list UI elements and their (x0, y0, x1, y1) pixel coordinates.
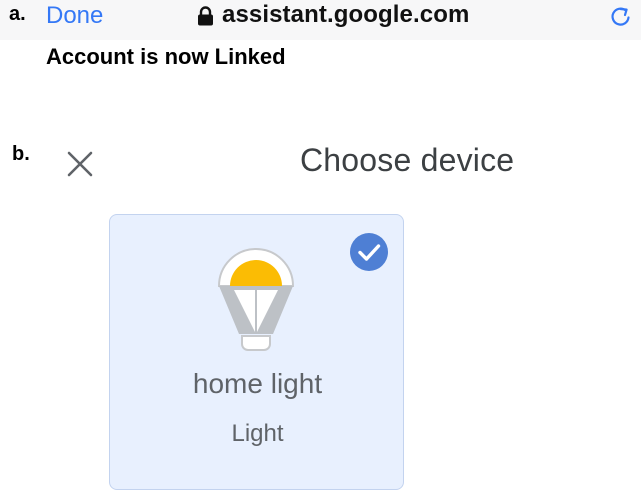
close-icon[interactable] (65, 149, 95, 179)
checkmark-icon (350, 233, 388, 271)
browser-address-bar: a. Done assistant.google.com (0, 0, 641, 40)
device-name: home light (192, 368, 323, 399)
light-bulb-icon (217, 248, 295, 351)
page-title: Choose device (300, 142, 515, 178)
done-button[interactable]: Done (46, 2, 103, 30)
panel-label-a: a. (9, 3, 26, 25)
reload-icon[interactable] (608, 4, 634, 30)
lock-icon (198, 6, 213, 26)
account-linked-message: Account is now Linked (46, 44, 286, 69)
panel-label-b: b. (12, 143, 30, 165)
device-type: Light (231, 420, 284, 447)
url-text[interactable]: assistant.google.com (222, 1, 469, 29)
device-card[interactable]: home light Light (109, 214, 404, 490)
